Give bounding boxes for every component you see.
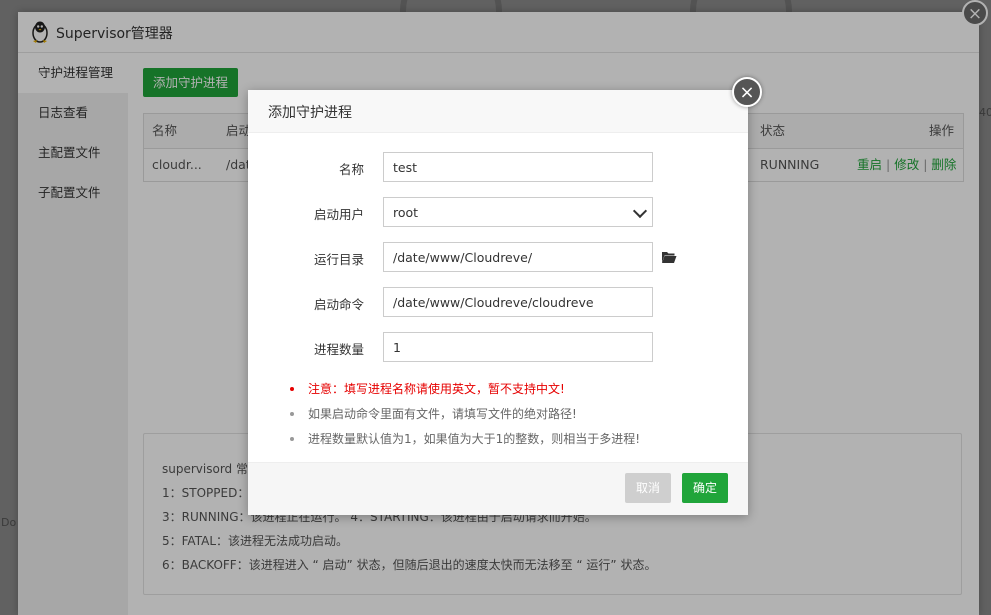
notes-list: 注意：填写进程名称请使用英文，暂不支持中文! 如果启动命令里面有文件，请填写文件… <box>290 380 640 455</box>
user-label: 启动用户 <box>313 207 364 222</box>
dialog-title: 添加守护进程 <box>268 105 352 121</box>
cmd-row: 启动命令 <box>248 287 748 317</box>
confirm-button[interactable]: 确定 <box>682 473 729 503</box>
name-field[interactable] <box>383 152 653 182</box>
dialog-footer: 取消 确定 <box>248 462 748 515</box>
name-label: 名称 <box>338 162 364 177</box>
user-row: 启动用户 root <box>248 197 748 227</box>
dir-row: 运行目录 <box>248 242 748 272</box>
warning-note: 注意：填写进程名称请使用英文，暂不支持中文! <box>290 380 640 405</box>
folder-open-icon[interactable] <box>661 250 677 264</box>
close-icon[interactable]: × <box>732 77 762 107</box>
process-count-field[interactable] <box>383 332 653 362</box>
dir-label: 运行目录 <box>313 252 364 267</box>
add-process-dialog: 添加守护进程 名称 启动用户 root 运行目录 启动命令 进程数量 注意：填写… <box>248 90 748 515</box>
user-select[interactable]: root <box>383 197 653 227</box>
tip-note: 进程数量默认值为1，如果值为大于1的整数，则相当于多进程! <box>290 430 640 455</box>
count-label: 进程数量 <box>313 342 364 357</box>
cancel-button[interactable]: 取消 <box>625 473 672 503</box>
name-row: 名称 <box>248 152 748 182</box>
command-field[interactable] <box>383 287 653 317</box>
dir-field[interactable] <box>383 242 653 272</box>
cmd-label: 启动命令 <box>313 297 364 312</box>
tip-note: 如果启动命令里面有文件，请填写文件的绝对路径! <box>290 405 640 430</box>
dialog-header: 添加守护进程 <box>248 90 748 133</box>
count-row: 进程数量 <box>248 332 748 362</box>
